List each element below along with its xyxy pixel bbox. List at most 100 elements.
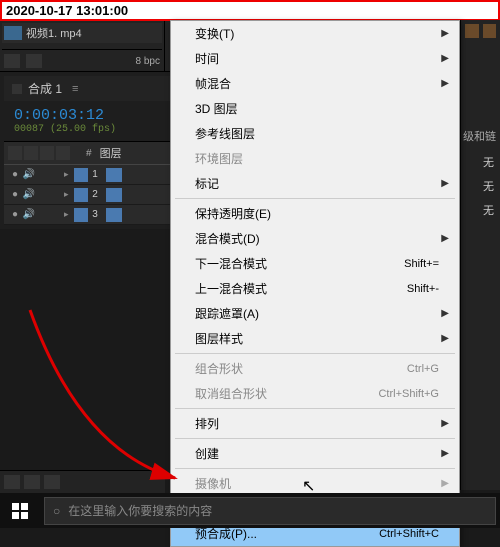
menu-item-label: 取消组合形状	[195, 385, 267, 402]
submenu-arrow-icon: ▶	[441, 308, 449, 319]
taskbar-search[interactable]: ○ 在这里输入你要搜索的内容	[44, 497, 496, 525]
layer-color[interactable]	[74, 168, 88, 182]
menu-item: 取消组合形状 Ctrl+Shift+G	[171, 381, 459, 406]
menu-item-label: 创建	[195, 445, 219, 462]
right-val-1[interactable]: 无	[461, 174, 500, 198]
tab-close-icon[interactable]: ≡	[72, 83, 78, 95]
right-val-2[interactable]: 无	[461, 198, 500, 222]
eye-icon[interactable]: ●	[8, 209, 22, 220]
menu-item[interactable]: 保持透明度(E)	[171, 201, 459, 226]
layer-number: 3	[88, 209, 102, 220]
menu-item[interactable]: 排列▶	[171, 411, 459, 436]
header-solo-icon[interactable]	[40, 146, 54, 160]
right-icon-1[interactable]	[465, 24, 479, 38]
menu-item-label: 混合模式(D)	[195, 230, 260, 247]
chevron-icon[interactable]: ▸	[64, 209, 74, 220]
header-num: #	[86, 148, 92, 159]
menu-item-label: 保持透明度(E)	[195, 205, 271, 222]
submenu-arrow-icon: ▶	[441, 78, 449, 89]
menu-item-label: 组合形状	[195, 360, 243, 377]
layer-type-icon	[106, 168, 122, 182]
menu-item[interactable]: 混合模式(D) ▶	[171, 226, 459, 251]
menu-item-label: 摄像机	[195, 475, 231, 492]
right-strip: 级和链 无 无 无	[460, 20, 500, 490]
menu-separator	[175, 468, 455, 469]
footer-icon-1[interactable]	[4, 54, 20, 68]
menu-item[interactable]: 标记 ▶	[171, 171, 459, 196]
menu-shortcut: Shift+-	[407, 283, 439, 295]
menu-shortcut: Ctrl+G	[407, 363, 439, 375]
menu-item[interactable]: 参考线图层	[171, 121, 459, 146]
timestamp-text: 2020-10-17 13:01:00	[6, 3, 128, 18]
footer-icon-2[interactable]	[26, 54, 42, 68]
menu-item[interactable]: 变换(T) ▶	[171, 21, 459, 46]
submenu-arrow-icon: ▶	[441, 233, 449, 244]
speaker-icon[interactable]: 🔊	[22, 189, 36, 200]
submenu-arrow-icon: ▶	[441, 28, 449, 39]
layer-color[interactable]	[74, 208, 88, 222]
layer-number: 1	[88, 169, 102, 180]
menu-item-label: 帧混合	[195, 75, 231, 92]
chevron-icon[interactable]: ▸	[64, 189, 74, 200]
submenu-arrow-icon: ▶	[441, 448, 449, 459]
layer-number: 2	[88, 189, 102, 200]
menu-item[interactable]: 3D 图层	[171, 96, 459, 121]
timeline-footer	[0, 470, 165, 493]
submenu-arrow-icon: ▶	[441, 53, 449, 64]
tl-icon-2[interactable]	[24, 475, 40, 489]
tl-icon-3[interactable]	[44, 475, 60, 489]
menu-item[interactable]: 下一混合模式 Shift+=	[171, 251, 459, 276]
layer-context-menu: 变换(T) ▶ 时间 ▶ 帧混合 ▶ 3D 图层参考线图层环境图层标记 ▶ 保持透明度(E) 混合…	[170, 20, 460, 547]
project-panel: 视频1. mp4 8 bpc	[0, 21, 165, 71]
menu-item: 环境图层	[171, 146, 459, 171]
search-placeholder: 在这里输入你要搜索的内容	[68, 502, 212, 519]
menu-separator	[175, 353, 455, 354]
menu-item-label: 3D 图层	[195, 100, 238, 117]
menu-item-label: 环境图层	[195, 150, 243, 167]
speaker-icon[interactable]: 🔊	[22, 169, 36, 180]
header-eye-icon[interactable]	[8, 146, 22, 160]
windows-start-button[interactable]	[0, 493, 40, 528]
menu-item-label: 跟踪遮罩(A)	[195, 305, 259, 322]
timestamp-bar: 2020-10-17 13:01:00	[0, 0, 500, 21]
menu-shortcut: Shift+=	[404, 258, 439, 270]
submenu-arrow-icon: ▶	[441, 178, 449, 189]
menu-item-label: 下一混合模式	[195, 255, 267, 272]
right-icon-2[interactable]	[483, 24, 497, 38]
menu-shortcut: Ctrl+Shift+C	[379, 528, 439, 540]
header-speaker-icon[interactable]	[24, 146, 38, 160]
menu-item-label: 变换(T)	[195, 25, 234, 42]
menu-item[interactable]: 创建 ▶	[171, 441, 459, 466]
menu-item[interactable]: 跟踪遮罩(A) ▶	[171, 301, 459, 326]
speaker-icon[interactable]: 🔊	[22, 209, 36, 220]
eye-icon[interactable]: ●	[8, 189, 22, 200]
menu-shortcut: Ctrl+Shift+G	[378, 388, 439, 400]
menu-item-label: 标记	[195, 175, 219, 192]
bpc-label[interactable]: 8 bpc	[136, 56, 160, 67]
layer-type-icon	[106, 208, 122, 222]
menu-item[interactable]: 帧混合 ▶	[171, 71, 459, 96]
menu-separator	[175, 198, 455, 199]
menu-item[interactable]: 图层样式 ▶	[171, 326, 459, 351]
menu-separator	[175, 438, 455, 439]
menu-item[interactable]: 上一混合模式 Shift+-	[171, 276, 459, 301]
video-file-icon	[4, 26, 22, 40]
submenu-arrow-icon: ▶	[441, 333, 449, 344]
layer-type-icon	[106, 188, 122, 202]
menu-item: 组合形状 Ctrl+G	[171, 356, 459, 381]
tl-icon-1[interactable]	[4, 475, 20, 489]
taskbar: ○ 在这里输入你要搜索的内容	[0, 493, 500, 528]
right-val-0[interactable]: 无	[461, 150, 500, 174]
project-file-item[interactable]: 视频1. mp4	[2, 23, 162, 43]
menu-item-label: 参考线图层	[195, 125, 255, 142]
eye-icon[interactable]: ●	[8, 169, 22, 180]
header-lock-icon[interactable]	[56, 146, 70, 160]
layer-color[interactable]	[74, 188, 88, 202]
header-label: 图层	[100, 145, 122, 161]
menu-item-label: 图层样式	[195, 330, 243, 347]
menu-item-label: 时间	[195, 50, 219, 67]
menu-item-label: 上一混合模式	[195, 280, 267, 297]
menu-separator	[175, 408, 455, 409]
menu-item[interactable]: 时间 ▶	[171, 46, 459, 71]
chevron-icon[interactable]: ▸	[64, 169, 74, 180]
